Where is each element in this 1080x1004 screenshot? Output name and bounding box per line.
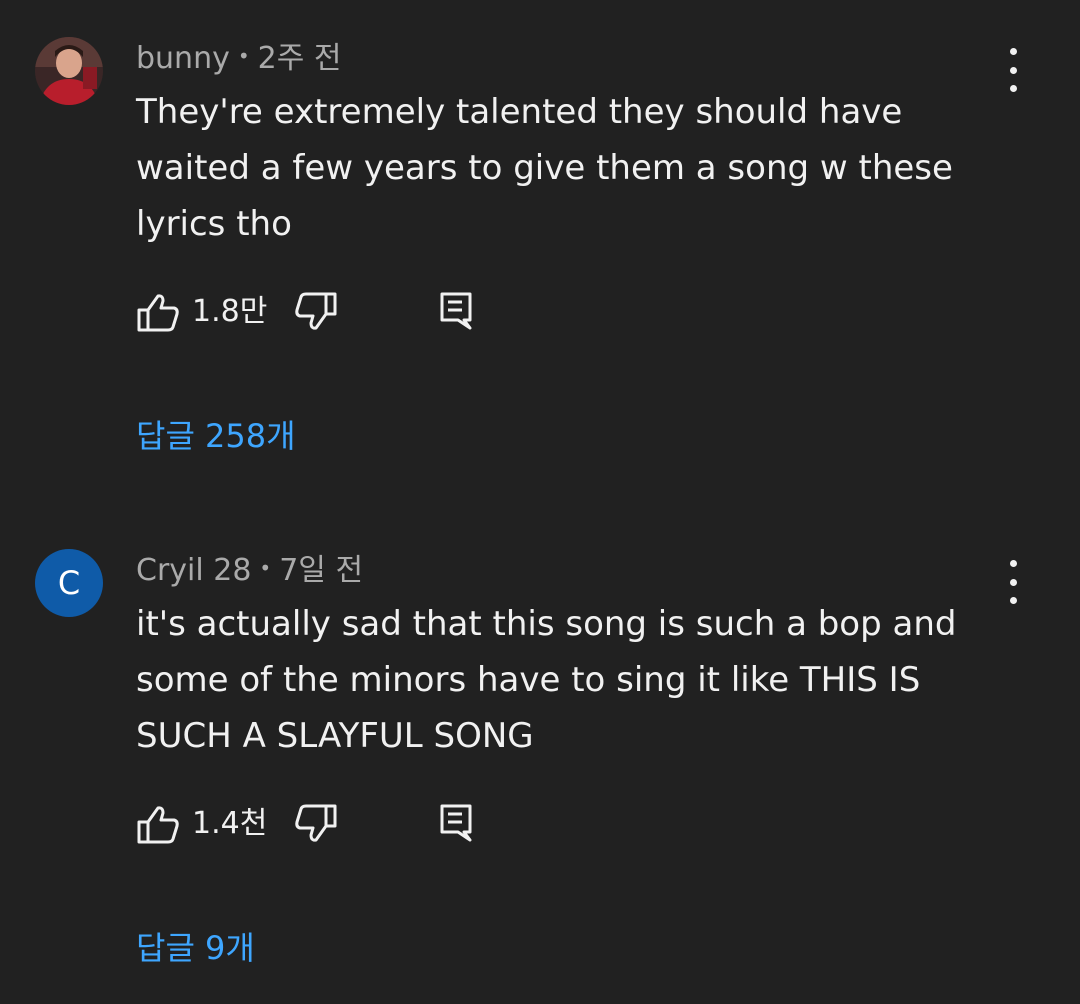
separator-dot: • (237, 44, 250, 68)
comment-actions: 1.4천 (136, 802, 536, 846)
reply-comment-icon (440, 804, 472, 842)
comment-time: 2주 전 (257, 41, 342, 76)
comment-text: They're extremely talented they should h… (136, 92, 953, 244)
author-name[interactable]: bunny (136, 41, 230, 76)
dislike-button[interactable] (294, 804, 338, 844)
view-replies-link[interactable]: 답글 258개 (136, 414, 296, 458)
like-count: 1.4천 (192, 806, 268, 841)
avatar-photo (35, 37, 103, 105)
more-vertical-icon[interactable] (996, 560, 1030, 604)
avatar[interactable] (35, 37, 103, 105)
avatar[interactable]: C (35, 549, 103, 617)
separator-dot: • (259, 556, 272, 580)
reply-button[interactable] (438, 290, 474, 330)
like-button[interactable] (136, 292, 180, 332)
comment-time: 7일 전 (279, 553, 364, 588)
like-count: 1.8만 (192, 294, 268, 329)
thumbs-down-icon (295, 804, 337, 842)
author-name[interactable]: Cryil 28 (136, 553, 251, 588)
thumbs-up-icon (137, 806, 179, 844)
comment-meta: bunny • 2주 전 (136, 36, 341, 79)
view-replies-link[interactable]: 답글 9개 (136, 926, 255, 970)
dislike-button[interactable] (294, 292, 338, 332)
comment-meta: Cryil 28 • 7일 전 (136, 548, 363, 591)
more-vertical-icon[interactable] (996, 48, 1030, 92)
reply-button[interactable] (438, 802, 474, 842)
thumbs-down-icon (295, 292, 337, 330)
like-button[interactable] (136, 804, 180, 844)
comment-text: it's actually sad that this song is such… (136, 604, 957, 756)
thumbs-up-icon (137, 294, 179, 332)
reply-comment-icon (440, 292, 472, 330)
comment-actions: 1.8만 (136, 290, 536, 334)
